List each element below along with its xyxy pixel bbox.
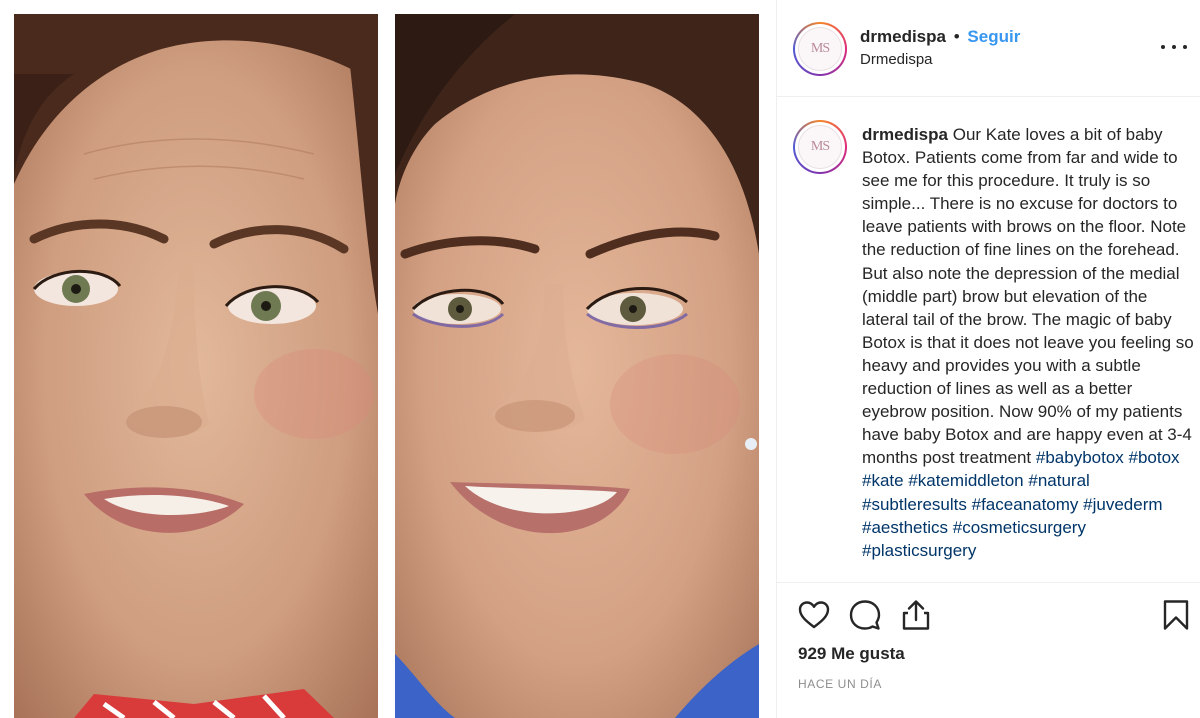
more-options-icon[interactable] (1161, 36, 1187, 58)
avatar-monogram: MS (798, 27, 842, 71)
heart-icon[interactable] (797, 598, 831, 632)
comments-section[interactable]: MS drmedispa Our Kate loves a bit of bab… (777, 98, 1200, 581)
post-header: MS drmedispa • Seguir Drmedispa (777, 0, 1200, 97)
hashtag-link[interactable]: #katemiddleton (908, 471, 1023, 490)
likes-count[interactable]: 929 Me gusta (798, 644, 905, 664)
separator-dot: • (953, 27, 960, 46)
avatar[interactable]: MS (793, 22, 847, 76)
hashtag-link[interactable]: #cosmeticsurgery (953, 518, 1086, 537)
before-photo (14, 14, 378, 718)
hashtag-link[interactable]: #faceanatomy (972, 495, 1079, 514)
username-link[interactable]: drmedispa (860, 27, 946, 46)
caption-text: drmedispa Our Kate loves a bit of baby B… (862, 123, 1195, 581)
hashtag-link[interactable]: #juvederm (1083, 495, 1162, 514)
avatar-monogram: MS (798, 125, 842, 169)
hashtag-link[interactable]: #subtleresults (862, 495, 967, 514)
header-user-line: drmedispa • Seguir (860, 27, 1020, 47)
account-subtitle: Drmedispa (860, 51, 933, 68)
share-icon[interactable] (899, 598, 933, 632)
follow-button[interactable]: Seguir (967, 27, 1020, 46)
post-side-panel: MS drmedispa • Seguir Drmedispa MS drmed… (776, 0, 1200, 718)
hashtag-link[interactable]: #natural (1028, 471, 1089, 490)
hashtag-link[interactable]: #babybotox (1036, 448, 1124, 467)
post-image[interactable] (0, 0, 776, 718)
post-timestamp[interactable]: HACE UN DÍA (798, 677, 882, 691)
comment-icon[interactable] (848, 598, 882, 632)
after-photo (395, 14, 759, 718)
caption-username-link[interactable]: drmedispa (862, 125, 948, 144)
hashtag-link[interactable]: #botox (1129, 448, 1180, 467)
hashtag-link[interactable]: #plasticsurgery (862, 541, 976, 560)
bookmark-icon[interactable] (1159, 598, 1193, 632)
post-actions: 929 Me gusta HACE UN DÍA (777, 582, 1200, 718)
caption-body: Our Kate loves a bit of baby Botox. Pati… (862, 125, 1194, 468)
hashtag-link[interactable]: #aesthetics (862, 518, 948, 537)
hashtag-link[interactable]: #kate (862, 471, 904, 490)
caption-avatar[interactable]: MS (793, 120, 847, 174)
